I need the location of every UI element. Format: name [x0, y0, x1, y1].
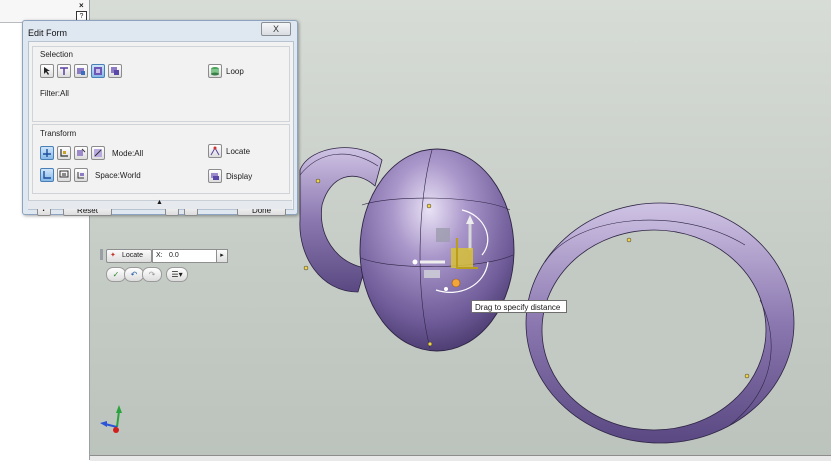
x-field-value[interactable]: 0.0 — [169, 250, 179, 262]
x-field-label: X: — [156, 252, 163, 259]
select-all-icon — [111, 67, 119, 75]
transform-group: Transform Mode:All Space:World Locate Di… — [32, 124, 290, 194]
select-edge-button[interactable] — [57, 64, 71, 78]
transform-all-button[interactable] — [40, 146, 54, 160]
right-ring[interactable] — [525, 202, 795, 444]
locate-label: Locate — [226, 147, 251, 156]
selection-group: Selection Filter:All Loop — [32, 46, 290, 122]
mini-options-menu-button[interactable]: ☰▾ — [166, 267, 188, 282]
dialog-collapse-bar[interactable]: ▲ — [28, 199, 292, 209]
dialog-close-button[interactable]: X — [261, 22, 291, 36]
dialog-body: Selection Filter:All Loop Transform Mode… — [28, 41, 294, 216]
loop-icon — [211, 67, 219, 76]
edit-form-dialog[interactable]: Edit Form X Selection Filter:All Loop Tr… — [22, 20, 298, 216]
move-rotate-icon — [43, 149, 51, 157]
select-edge-icon — [60, 67, 68, 75]
local-space-button[interactable] — [74, 168, 88, 182]
mode-text: Mode:All — [112, 149, 144, 158]
drag-tooltip: Drag to specify distance — [471, 300, 567, 313]
select-face-icon — [77, 68, 85, 75]
translate-button[interactable] — [57, 146, 71, 160]
mini-locate-button[interactable]: ✦ Locate — [106, 249, 152, 263]
local-space-icon — [77, 172, 84, 179]
translate-icon — [60, 149, 68, 157]
rotate-button[interactable] — [74, 146, 88, 160]
x-distance-field[interactable]: X: 0.0 — [152, 249, 218, 263]
collapse-arrow-icon: ▲ — [156, 199, 163, 206]
space-text: Space:World — [95, 171, 141, 180]
loop-label: Loop — [226, 67, 244, 76]
select-all-button[interactable] — [108, 64, 122, 78]
world-axes-icon — [43, 171, 51, 179]
status-strip — [90, 455, 831, 461]
display-icon — [211, 173, 219, 180]
locate-icon: ✦ — [110, 252, 116, 259]
select-point-button[interactable] — [40, 64, 54, 78]
select-body-icon — [94, 67, 102, 75]
view-axes-indicator — [100, 405, 122, 433]
locate-button[interactable] — [208, 144, 222, 158]
mini-redo-button[interactable]: ↷ — [142, 267, 162, 282]
select-point-icon — [44, 67, 50, 75]
selection-group-label: Selection — [40, 50, 73, 59]
locate-icon — [210, 146, 220, 156]
transform-group-label: Transform — [40, 129, 77, 138]
mini-undo-button[interactable]: ↶ — [124, 267, 144, 282]
view-space-icon — [59, 170, 69, 178]
view-space-button[interactable] — [57, 168, 71, 182]
filter-text: Filter:All — [40, 89, 69, 98]
scale-icon — [94, 149, 102, 157]
display-button[interactable] — [208, 169, 222, 183]
dialog-title: Edit Form — [28, 28, 68, 38]
main-sphere[interactable] — [359, 148, 515, 352]
mini-ok-button[interactable]: ✓ — [106, 267, 126, 282]
mini-toolbar-grip[interactable] — [100, 249, 103, 260]
world-space-button[interactable] — [40, 168, 54, 182]
select-body-button[interactable] — [91, 64, 105, 78]
loop-button[interactable] — [208, 64, 222, 78]
mini-locate-label: Locate — [122, 252, 144, 259]
display-label: Display — [226, 172, 253, 181]
select-face-button[interactable] — [74, 64, 88, 78]
rotate-icon — [77, 148, 86, 156]
scale-button[interactable] — [91, 146, 105, 160]
x-field-expand-button[interactable]: ▸ — [216, 249, 228, 263]
